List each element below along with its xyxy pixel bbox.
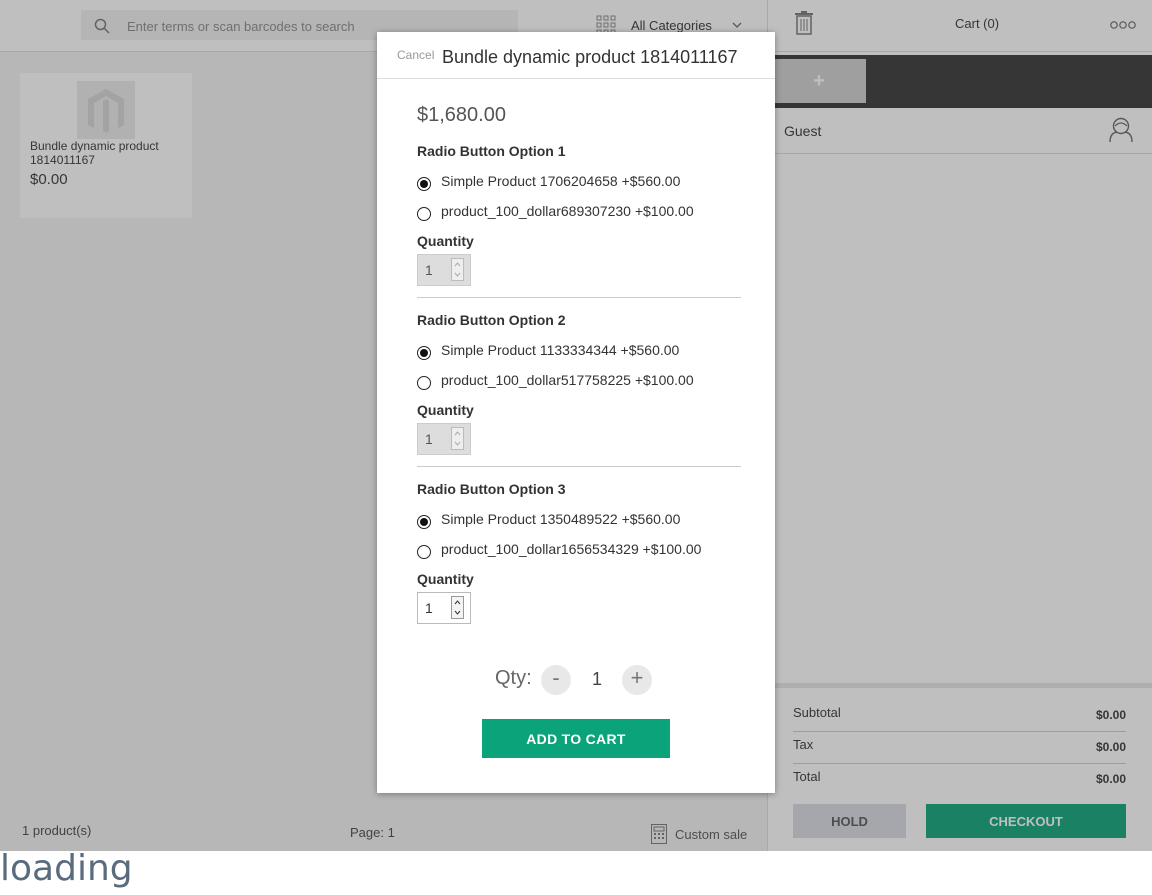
option-quantity-value: 1 <box>425 431 433 447</box>
option-quantity-stepper[interactable]: 1 <box>417 592 471 624</box>
loading-text: loading <box>0 848 133 889</box>
add-to-cart-button[interactable]: ADD TO CART <box>482 719 670 758</box>
spinner-arrows-icon <box>451 427 464 450</box>
option-choice[interactable]: product_100_dollar517758225 +$100.00 <box>417 372 694 390</box>
quantity-label: Quantity <box>417 402 474 418</box>
option-quantity-stepper: 1 <box>417 423 471 455</box>
option-choice-label: product_100_dollar1656534329 +$100.00 <box>441 541 702 557</box>
radio-button[interactable] <box>417 545 431 559</box>
modal-title: Bundle dynamic product 1814011167 <box>442 47 738 67</box>
option-title: Radio Button Option 3 <box>417 481 566 497</box>
bundle-options-modal: Cancel Bundle dynamic product 1814011167… <box>377 32 775 793</box>
option-quantity-value[interactable]: 1 <box>425 600 433 616</box>
radio-button[interactable] <box>417 515 431 529</box>
option-choice-label: product_100_dollar517758225 +$100.00 <box>441 372 694 388</box>
spinner-arrows-icon <box>451 258 464 281</box>
option-choice[interactable]: Simple Product 1350489522 +$560.00 <box>417 511 681 529</box>
option-choice[interactable]: Simple Product 1133334344 +$560.00 <box>417 342 680 360</box>
quantity-label: Quantity <box>417 571 474 587</box>
cancel-button[interactable]: Cancel <box>397 48 434 62</box>
option-group: Radio Button Option 2 Simple Product 113… <box>417 312 741 467</box>
option-title: Radio Button Option 2 <box>417 312 566 328</box>
quantity-label: Quantity <box>417 233 474 249</box>
spinner-arrows-icon[interactable] <box>451 596 464 619</box>
radio-button[interactable] <box>417 346 431 360</box>
qty-increase-button[interactable]: + <box>622 665 652 695</box>
radio-button[interactable] <box>417 207 431 221</box>
bundle-price: $1,680.00 <box>417 104 506 126</box>
modal-header: Cancel Bundle dynamic product 1814011167 <box>377 32 775 79</box>
option-group: Radio Button Option 3 Simple Product 135… <box>417 481 741 631</box>
radio-button[interactable] <box>417 177 431 191</box>
option-quantity-value: 1 <box>425 262 433 278</box>
option-choice-label: Simple Product 1350489522 +$560.00 <box>441 511 681 527</box>
option-title: Radio Button Option 1 <box>417 143 566 159</box>
option-choice-label: product_100_dollar689307230 +$100.00 <box>441 203 694 219</box>
qty-value: 1 <box>592 669 603 689</box>
qty-decrease-button[interactable]: - <box>541 665 571 695</box>
radio-button[interactable] <box>417 376 431 390</box>
qty-label: Qty: <box>495 667 532 689</box>
option-choice-label: Simple Product 1706204658 +$560.00 <box>441 173 681 189</box>
option-choice[interactable]: product_100_dollar689307230 +$100.00 <box>417 203 694 221</box>
bundle-qty-control: Qty: - 1 + <box>495 665 695 695</box>
option-choice[interactable]: Simple Product 1706204658 +$560.00 <box>417 173 681 191</box>
option-choice[interactable]: product_100_dollar1656534329 +$100.00 <box>417 541 702 559</box>
option-group: Radio Button Option 1 Simple Product 170… <box>417 143 741 298</box>
option-quantity-stepper: 1 <box>417 254 471 286</box>
option-choice-label: Simple Product 1133334344 +$560.00 <box>441 342 680 358</box>
